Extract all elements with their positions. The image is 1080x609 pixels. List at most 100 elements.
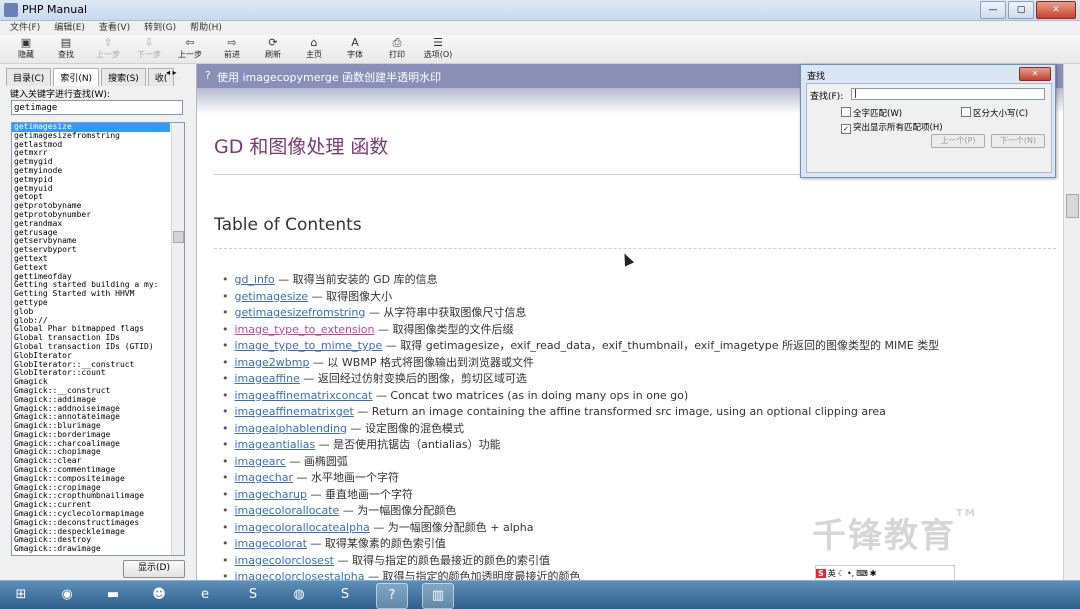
index-list-item[interactable]: getservbyport: [12, 246, 170, 255]
toc-link[interactable]: imagecharup: [235, 488, 308, 501]
toc-link[interactable]: imagecolorclosest: [235, 554, 334, 567]
minimize-button[interactable]: —: [980, 1, 1006, 19]
forward-button[interactable]: ⇨ 前进: [214, 37, 250, 63]
index-list-item[interactable]: gettimeofday: [12, 273, 170, 282]
index-list-item[interactable]: Gmagick::drawimage: [12, 545, 170, 554]
index-list-item[interactable]: getmygid: [12, 158, 170, 167]
index-list-item[interactable]: Gmagick::charcoalimage: [12, 440, 170, 449]
toc-link[interactable]: imagecolorat: [235, 537, 307, 550]
index-list-item[interactable]: getrusage: [12, 229, 170, 238]
php-manual-icon[interactable]: ?: [376, 583, 408, 609]
index-list-item[interactable]: Gmagick::blurimage: [12, 422, 170, 431]
index-list-item[interactable]: glob://: [12, 317, 170, 326]
sogou-icon[interactable]: S: [330, 583, 360, 607]
ime-toolbar[interactable]: S 英 ☾ •, ⌨ ✱: [815, 565, 955, 581]
index-list-item[interactable]: Gmagick::addimage: [12, 396, 170, 405]
maximize-button[interactable]: ▢: [1008, 1, 1034, 19]
index-list-item[interactable]: getservbyname: [12, 237, 170, 246]
toc-link[interactable]: image_type_to_mime_type: [235, 339, 383, 352]
highlight-all-checkbox[interactable]: ✓ 突出显示所有匹配项(H): [841, 121, 943, 134]
toc-link[interactable]: imagecolorallocatealpha: [235, 521, 370, 534]
index-list-item[interactable]: Gmagick::commentimage: [12, 466, 170, 475]
index-scroll-thumb[interactable]: [173, 231, 184, 243]
find-next-button[interactable]: 下一个(N): [991, 134, 1045, 148]
keyword-input[interactable]: getimage: [11, 100, 183, 115]
index-list-item[interactable]: getmyinode: [12, 167, 170, 176]
menu-goto[interactable]: 转到(G): [144, 21, 176, 35]
index-list-item[interactable]: Gmagick::cropthumbnailimage: [12, 492, 170, 501]
home-button[interactable]: ⌂ 主页: [296, 37, 332, 63]
show-button[interactable]: 显示(D): [123, 560, 185, 578]
index-list-item[interactable]: getmxrr: [12, 149, 170, 158]
index-list-item[interactable]: Gmagick::despeckleimage: [12, 528, 170, 537]
index-list-item[interactable]: GlobIterator::count: [12, 369, 170, 378]
find-prev-button[interactable]: 上一个(P): [931, 134, 985, 148]
system-tray[interactable]: [924, 581, 1074, 609]
index-list-item[interactable]: Gmagick::__construct: [12, 387, 170, 396]
index-list-item[interactable]: Global Phar bitmapped flags: [12, 325, 170, 334]
match-word-checkbox[interactable]: 全字匹配(W): [841, 107, 902, 119]
index-list-item[interactable]: Gmagick::chopimage: [12, 448, 170, 457]
index-list-item[interactable]: Gmagick::annotateimage: [12, 413, 170, 422]
toc-link[interactable]: imageaffinematrixconcat: [235, 389, 373, 402]
ime-keyboard-icon[interactable]: ⌨: [856, 569, 868, 578]
index-list-item[interactable]: Gettext: [12, 264, 170, 273]
content-scroll-thumb[interactable]: [1066, 194, 1079, 218]
index-list-item[interactable]: Gmagick::current: [12, 501, 170, 510]
menu-view[interactable]: 查看(V): [99, 21, 130, 35]
index-list-item[interactable]: Gmagick::cyclecolormapimage: [12, 510, 170, 519]
toc-link[interactable]: getimagesizefromstring: [235, 306, 366, 319]
index-list-item[interactable]: Gmagick::deconstructimages: [12, 519, 170, 528]
index-list-item[interactable]: Gmagick::borderimage: [12, 431, 170, 440]
index-list-item[interactable]: Gmagick::destroy: [12, 536, 170, 545]
tab-scroll-arrows[interactable]: ◂ ▸: [166, 68, 177, 77]
find-button[interactable]: ▤ 查找: [48, 37, 84, 63]
ime-settings-icon[interactable]: ✱: [870, 569, 877, 578]
back-button[interactable]: ⇦ 上一步: [172, 37, 208, 63]
app-icon[interactable]: ▥: [422, 583, 454, 609]
index-list-item[interactable]: Gmagick::clear: [12, 457, 170, 466]
refresh-button[interactable]: ⟳ 刷新: [255, 37, 291, 63]
menu-edit[interactable]: 编辑(E): [54, 21, 85, 35]
qq-icon[interactable]: ☻: [144, 583, 174, 607]
toc-link[interactable]: imagecolorallocate: [235, 504, 340, 517]
options-button[interactable]: ☰ 选项(O): [420, 37, 456, 63]
toc-link[interactable]: imageaffine: [235, 372, 300, 385]
toc-link[interactable]: imagecolorclosestalpha: [235, 570, 365, 580]
toc-link[interactable]: gd_info: [235, 273, 275, 286]
index-list-item[interactable]: Getting started building a my:: [12, 281, 170, 290]
tab-search[interactable]: 搜索(S): [101, 68, 146, 86]
index-list-item[interactable]: getmypid: [12, 176, 170, 185]
tab-contents[interactable]: 目录(C): [6, 68, 52, 86]
prev-button[interactable]: ⇧ 上一步: [90, 37, 126, 63]
chrome-icon[interactable]: ◉: [52, 583, 82, 607]
close-button[interactable]: ✕: [1036, 1, 1076, 19]
toc-link[interactable]: imageantialias: [235, 438, 316, 451]
index-list-item[interactable]: getmyuid: [12, 185, 170, 194]
index-list-item[interactable]: gettype: [12, 299, 170, 308]
explorer-icon[interactable]: ▬: [98, 583, 128, 607]
menu-file[interactable]: 文件(F): [10, 21, 40, 35]
index-list-item[interactable]: GlobIterator::__construct: [12, 361, 170, 370]
index-list-item[interactable]: Gmagick::cropimage: [12, 484, 170, 493]
start-button[interactable]: ⊞: [4, 583, 38, 607]
index-list-item[interactable]: Gmagick: [12, 378, 170, 387]
index-list-item[interactable]: getlastmod: [12, 141, 170, 150]
next-button[interactable]: ⇩ 下一步: [131, 37, 167, 63]
font-button[interactable]: A 字体: [337, 37, 373, 63]
index-list-item[interactable]: getprotobynumber: [12, 211, 170, 220]
index-list-item[interactable]: Gmagick::compositeimage: [12, 475, 170, 484]
tab-index[interactable]: 索引(N): [53, 68, 100, 86]
sublime-icon[interactable]: S: [238, 583, 268, 607]
print-button[interactable]: ⎙ 打印: [379, 37, 415, 63]
firefox-icon[interactable]: ◍: [284, 583, 314, 607]
toc-link[interactable]: image2wbmp: [235, 356, 310, 369]
ime-moon-icon[interactable]: ☾: [838, 569, 845, 578]
index-list-item[interactable]: Gmagick::addnoiseimage: [12, 405, 170, 414]
toc-link[interactable]: imageaffinematrixget: [235, 405, 354, 418]
toc-link[interactable]: imagealphablending: [235, 422, 348, 435]
index-list-item[interactable]: getimagesizefromstring: [12, 132, 170, 141]
menu-help[interactable]: 帮助(H): [190, 21, 222, 35]
ime-punct-icon[interactable]: •,: [847, 569, 854, 578]
content-scrollbar[interactable]: [1063, 64, 1080, 580]
